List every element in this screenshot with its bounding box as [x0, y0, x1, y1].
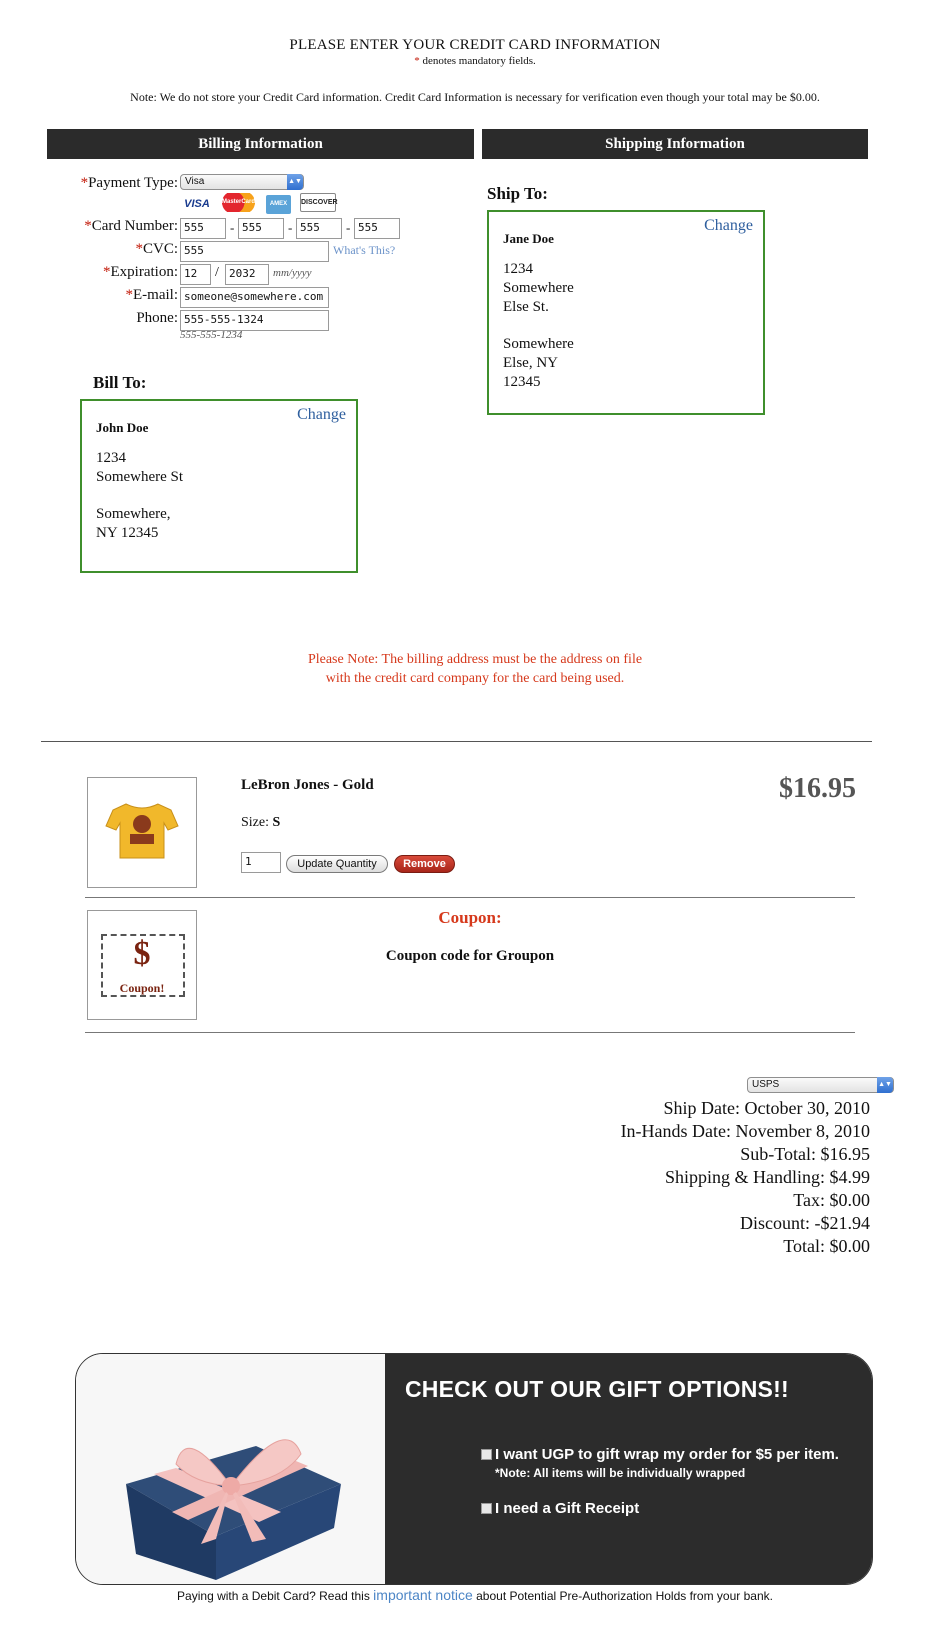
shipping-section-header: Shipping Information	[482, 129, 868, 159]
in-hands-date: In-Hands Date: November 8, 2010	[620, 1121, 870, 1141]
bill-to-heading: Bill To:	[93, 373, 147, 392]
quantity-input[interactable]: 1	[241, 852, 281, 873]
ship-to-line1: 1234	[503, 261, 533, 277]
ship-to-name: Jane Doe	[503, 231, 554, 246]
gift-options-content: CHECK OUT OUR GIFT OPTIONS!! I want UGP …	[385, 1354, 872, 1584]
ship-date: Ship Date: October 30, 2010	[663, 1098, 870, 1118]
exp-format-hint: mm/yyyy	[273, 267, 312, 279]
amex-logo-icon: AMEX	[266, 195, 291, 214]
whats-this-link[interactable]: What's This?	[333, 243, 395, 258]
divider	[85, 897, 855, 898]
email-input[interactable]: someone@somewhere.com	[180, 287, 329, 308]
debit-card-notice: Paying with a Debit Card? Read this impo…	[177, 1587, 773, 1603]
remove-button[interactable]: Remove	[394, 855, 455, 873]
card-number-input-4[interactable]: 555	[354, 218, 400, 239]
bill-to-name: John Doe	[96, 420, 149, 435]
bill-to-box: Change John Doe 1234 Somewhere St Somewh…	[80, 399, 358, 573]
billing-section-header: Billing Information	[47, 129, 474, 159]
card-number-input-1[interactable]: 555	[180, 218, 226, 239]
bill-to-line3: Somewhere,	[96, 506, 171, 522]
bill-to-line1: 1234	[96, 450, 126, 466]
ship-to-line5: Else, NY	[503, 355, 558, 371]
page-title: PLEASE ENTER YOUR CREDIT CARD INFORMATIO…	[289, 37, 661, 53]
update-quantity-button[interactable]: Update Quantity	[286, 855, 388, 873]
coupon-text: Coupon code for Groupon	[385, 948, 555, 964]
mastercard-logo-icon: MasterCard	[221, 193, 256, 212]
product-image	[87, 777, 197, 888]
payment-type-select[interactable]: Visa ▲▼	[180, 174, 304, 190]
dash-separator: -	[288, 220, 293, 235]
gift-options-panel: CHECK OUT OUR GIFT OPTIONS!! I want UGP …	[75, 1353, 873, 1585]
phone-label: Phone:	[136, 310, 178, 326]
bill-to-change-link[interactable]: Change	[297, 405, 346, 424]
dollar-sign-icon: $	[133, 935, 151, 972]
visa-logo-icon: VISA	[184, 198, 210, 210]
important-notice-link[interactable]: important notice	[373, 1587, 473, 1603]
gift-wrap-checkbox[interactable]	[481, 1449, 492, 1460]
bill-to-line2: Somewhere St	[96, 469, 184, 485]
gift-options-title: CHECK OUT OUR GIFT OPTIONS!!	[405, 1376, 789, 1402]
ship-to-line3: Else St.	[503, 299, 549, 315]
ship-to-line2: Somewhere	[503, 280, 574, 296]
shipping-handling: Shipping & Handling: $4.99	[664, 1167, 870, 1187]
total: Total: $0.00	[783, 1236, 870, 1256]
payment-type-label: *Payment Type:	[80, 175, 178, 191]
select-arrow-icon: ▲▼	[877, 1077, 893, 1093]
cvc-label: *CVC:	[135, 241, 178, 257]
coupon-heading: Coupon:	[438, 908, 502, 927]
card-number-input-3[interactable]: 555	[296, 218, 342, 239]
dash-separator: -	[346, 220, 351, 235]
gift-receipt-checkbox[interactable]	[481, 1503, 492, 1514]
exp-slash: /	[215, 265, 219, 280]
discover-logo-icon: DISCOVER	[300, 193, 338, 212]
mandatory-text: denotes mandatory fields.	[422, 55, 536, 67]
cvc-input[interactable]: 555	[180, 241, 329, 262]
product-size: Size: S	[241, 815, 281, 830]
gift-wrap-option[interactable]: I want UGP to gift wrap my order for $5 …	[481, 1446, 839, 1463]
gift-wrap-note: *Note: All items will be individually wr…	[495, 1466, 746, 1480]
ship-to-line6: 12345	[503, 374, 541, 390]
email-label: *E-mail:	[125, 287, 179, 303]
exp-year-input[interactable]: 2032	[225, 264, 269, 285]
totals-panel: Ship Date: October 30, 2010 In-Hands Dat…	[621, 1097, 870, 1258]
ship-to-heading: Ship To:	[487, 184, 548, 203]
phone-format-hint: 555-555-1234	[180, 329, 243, 341]
discount: Discount: -$21.94	[740, 1213, 870, 1233]
ship-to-line4: Somewhere	[503, 336, 574, 352]
select-arrow-icon: ▲▼	[287, 174, 303, 190]
card-number-input-2[interactable]: 555	[238, 218, 284, 239]
shipping-method-select[interactable]: USPS ▲▼	[747, 1077, 894, 1093]
product-price: $16.95	[779, 773, 856, 804]
card-number-label: *Card Number:	[84, 218, 178, 234]
storage-note: Note: We do not store your Credit Card i…	[130, 90, 820, 104]
tshirt-icon	[105, 803, 179, 859]
billing-address-warning: Please Note: The billing address must be…	[307, 652, 643, 686]
divider	[41, 741, 872, 742]
required-marker: *	[414, 55, 420, 67]
ship-to-change-link[interactable]: Change	[704, 216, 753, 235]
product-name: LeBron Jones - Gold	[241, 777, 374, 793]
divider	[85, 1032, 855, 1033]
mandatory-note: * denotes mandatory fields.	[0, 55, 950, 67]
coupon-image-text: Coupon!	[119, 981, 165, 995]
phone-input[interactable]: 555-555-1324	[180, 310, 329, 331]
dash-separator: -	[230, 220, 235, 235]
sub-total: Sub-Total: $16.95	[740, 1144, 870, 1164]
coupon-image: $ Coupon!	[87, 910, 197, 1020]
ship-to-box: Change Jane Doe 1234 Somewhere Else St. …	[487, 210, 765, 415]
bill-to-line4: NY 12345	[96, 525, 159, 541]
expiration-label: *Expiration:	[103, 264, 178, 280]
exp-month-input[interactable]: 12	[180, 264, 211, 285]
gift-receipt-option[interactable]: I need a Gift Receipt	[481, 1500, 639, 1517]
tax: Tax: $0.00	[793, 1190, 870, 1210]
gift-box-icon	[76, 1354, 385, 1584]
